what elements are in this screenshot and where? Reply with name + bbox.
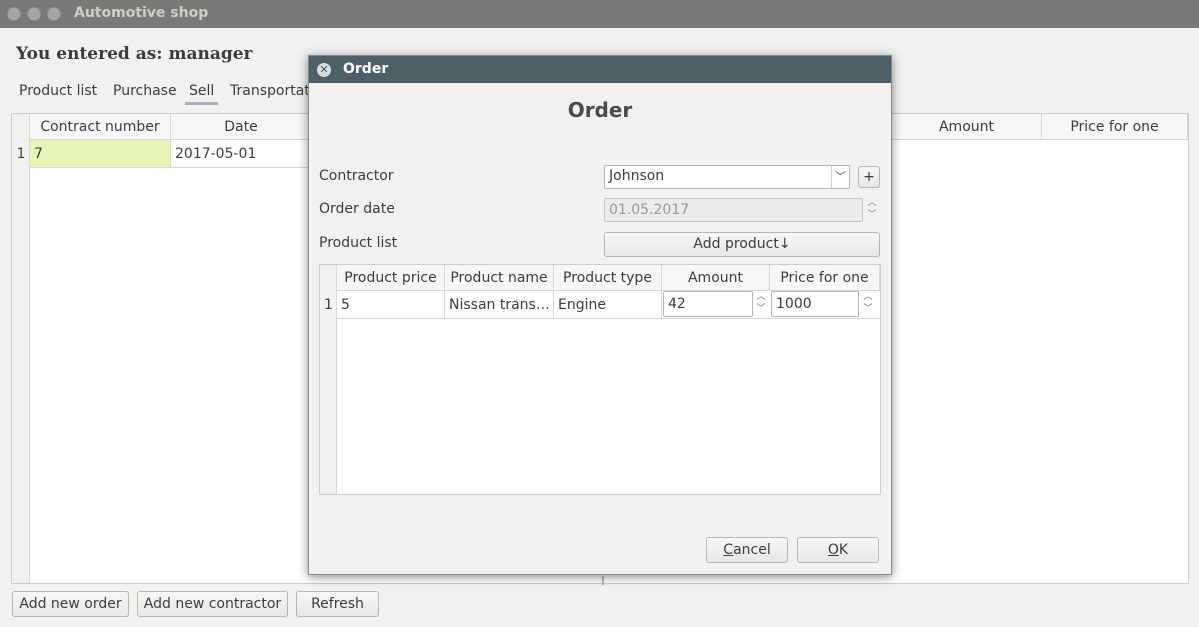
column-header-price-for-one[interactable]: Price for one xyxy=(770,265,880,291)
tab-product-list[interactable]: Product list xyxy=(19,83,97,99)
add-product-button[interactable]: Add product↓ xyxy=(604,232,880,257)
ok-mnemonic: O xyxy=(827,542,839,558)
spin-down-icon[interactable]: ﹀ xyxy=(753,304,769,315)
column-header-product-price[interactable]: Product price xyxy=(337,265,445,291)
table-cell-contract-number[interactable]: 7 xyxy=(30,140,171,168)
amount-input[interactable]: 42 xyxy=(663,291,753,317)
row-number[interactable]: 1 xyxy=(12,140,30,168)
cancel-button[interactable]: Cancel xyxy=(706,537,788,563)
window-titlebar: Automotive shop xyxy=(0,0,1199,28)
dialog-titlebar: ✕ Order xyxy=(309,56,891,83)
spin-down-icon[interactable]: ﹀ xyxy=(860,304,876,315)
close-icon[interactable]: ✕ xyxy=(317,63,331,77)
order-date-value: 01.05.2017 xyxy=(609,202,690,218)
spin-down-icon: ﹀ xyxy=(867,210,877,220)
product-table[interactable]: Product price Product name Product type … xyxy=(319,264,881,495)
table-cell-date[interactable]: 2017-05-01 xyxy=(171,140,312,168)
refresh-button[interactable]: Refresh xyxy=(296,591,379,617)
tab-transportation[interactable]: Transportat xyxy=(230,83,310,99)
spin-up-icon: ︿ xyxy=(867,198,877,208)
column-header-price-for-one[interactable]: Price for one xyxy=(1042,114,1188,140)
contractor-label: Contractor xyxy=(319,168,394,184)
add-new-contractor-button[interactable]: Add new contractor xyxy=(137,591,288,617)
ok-button[interactable]: OK xyxy=(797,537,879,563)
window-close-icon[interactable] xyxy=(7,7,21,21)
add-contractor-plus-button[interactable]: + xyxy=(858,166,880,188)
column-header-product-name[interactable]: Product name xyxy=(445,265,554,291)
contractor-select[interactable]: Johnson ﹀ xyxy=(604,165,850,189)
cancel-mnemonic: C xyxy=(723,542,734,558)
window-title: Automotive shop xyxy=(74,5,209,21)
chevron-down-icon[interactable]: ﹀ xyxy=(831,166,849,188)
splitter-handle[interactable] xyxy=(602,576,604,585)
tab-purchase[interactable]: Purchase xyxy=(113,83,177,99)
ok-label: K xyxy=(838,542,849,558)
column-header-contract-number[interactable]: Contract number xyxy=(30,114,171,140)
product-list-label: Product list xyxy=(319,235,398,251)
table-cell-amount[interactable]: 42 ︿ ﹀ xyxy=(662,291,770,319)
window-minimize-icon[interactable] xyxy=(27,7,41,21)
row-header-column xyxy=(12,114,30,583)
user-heading: You entered as: manager xyxy=(16,44,253,64)
table-cell-price-for-one[interactable]: 1000 ︿ ﹀ xyxy=(770,291,880,319)
column-header-amount[interactable]: Amount xyxy=(662,265,770,291)
column-header-amount[interactable]: Amount xyxy=(892,114,1042,140)
spin-up-icon[interactable]: ︿ xyxy=(753,292,769,303)
column-header-date[interactable]: Date xyxy=(171,114,312,140)
order-date-label: Order date xyxy=(319,201,395,217)
table-cell-product-type[interactable]: Engine xyxy=(554,291,662,319)
row-number[interactable]: 1 xyxy=(320,291,337,319)
dialog-heading: Order xyxy=(567,98,633,122)
spin-up-icon[interactable]: ︿ xyxy=(860,292,876,303)
cancel-label: ancel xyxy=(733,542,771,558)
table-cell-product-name[interactable]: Nissan trans… xyxy=(445,291,554,319)
order-dialog: ✕ Order Order Contractor Johnson ﹀ + Ord… xyxy=(308,55,892,575)
contractor-value: Johnson xyxy=(609,168,665,184)
tab-sell[interactable]: Sell xyxy=(184,83,219,105)
add-new-order-button[interactable]: Add new order xyxy=(12,591,129,617)
price-for-one-input[interactable]: 1000 xyxy=(771,291,859,317)
dialog-title: Order xyxy=(343,61,389,77)
column-header-product-type[interactable]: Product type xyxy=(554,265,662,291)
table-cell-product-price[interactable]: 5 xyxy=(337,291,445,319)
window-maximize-icon[interactable] xyxy=(47,7,61,21)
order-date-field: 01.05.2017 xyxy=(604,198,863,222)
